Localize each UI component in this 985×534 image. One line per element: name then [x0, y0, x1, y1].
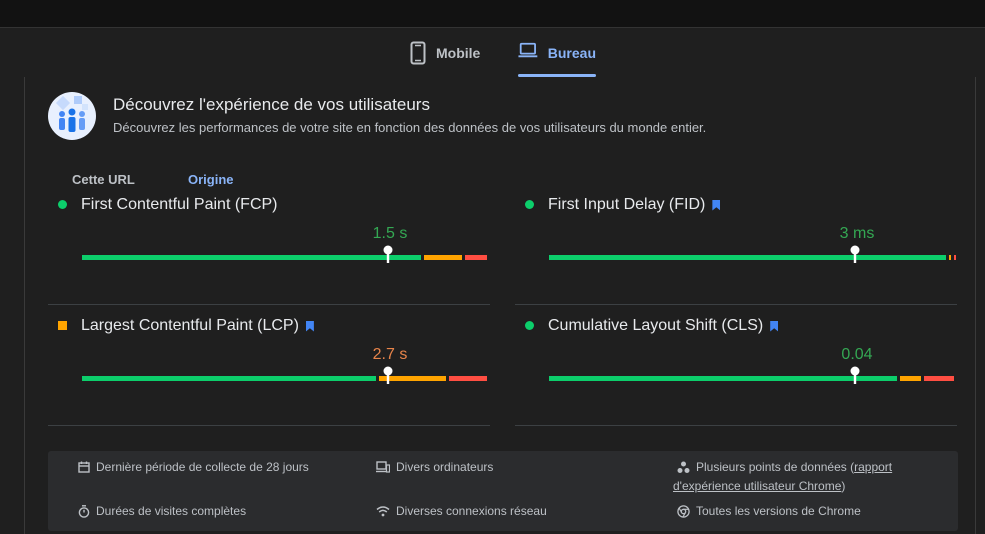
distribution-segment-poor — [448, 376, 487, 381]
distribution-segment-poor — [924, 376, 954, 381]
crux-report-link-2[interactable]: d'expérience utilisateur Chrome — [673, 479, 841, 493]
status-good-icon — [58, 200, 67, 209]
footer-collection-period-text: Dernière période de collecte de 28 jours — [96, 460, 309, 474]
metric-lcp-value: 2.7 s — [372, 346, 408, 363]
metric-fcp: First Contentful Paint (FCP) 1.5 s — [48, 185, 490, 305]
distribution-segment-average — [899, 376, 922, 381]
metric-name: Cumulative Layout Shift (CLS) — [548, 317, 779, 335]
chrome-icon — [677, 505, 690, 518]
distribution-bar — [82, 376, 490, 381]
data-points-icon — [677, 461, 690, 473]
footer-data-points-line2: d'expérience utilisateur Chrome) — [673, 477, 845, 496]
data-info-footer: Dernière période de collecte de 28 jours… — [48, 451, 958, 531]
device-tabs: Mobile Bureau — [0, 36, 985, 78]
divider — [515, 304, 957, 305]
p75-marker-icon — [850, 245, 860, 263]
footer-collection-period: Dernière période de collecte de 28 jours — [78, 458, 309, 477]
distribution-segment-good — [82, 376, 376, 381]
metric-fcp-value: 1.5 s — [372, 225, 408, 242]
top-strip — [0, 0, 985, 28]
wifi-icon — [376, 506, 390, 517]
page-title: Découvrez l'expérience de vos utilisateu… — [113, 95, 430, 114]
core-web-vital-bookmark-icon — [305, 320, 314, 332]
metric-fcp-name: First Contentful Paint (FCP) — [81, 196, 278, 213]
footer-chrome-versions: Toutes les versions de Chrome — [677, 502, 861, 521]
devices-icon — [376, 461, 390, 473]
users-illustration-icon — [48, 92, 96, 140]
laptop-icon — [518, 42, 538, 58]
crux-report-link[interactable]: rapport — [854, 460, 892, 474]
metric-name: Largest Contentful Paint (LCP) — [81, 317, 314, 335]
metric-fid-name: First Input Delay (FID) — [548, 196, 706, 213]
calendar-icon — [78, 461, 90, 473]
p75-marker-icon — [383, 366, 393, 384]
distribution-segment-poor — [953, 255, 956, 260]
footer-data-points-prefix: Plusieurs points de données ( — [696, 460, 855, 474]
p75-marker-icon — [850, 366, 860, 384]
metric-name: First Contentful Paint (FCP) — [81, 196, 278, 214]
tab-bureau-label: Bureau — [547, 45, 596, 61]
footer-connections: Diverses connexions réseau — [376, 502, 547, 521]
footer-connections-text: Diverses connexions réseau — [396, 504, 547, 518]
tab-bureau[interactable]: Bureau — [518, 36, 596, 78]
metric-fid: First Input Delay (FID) 3 ms — [515, 185, 957, 305]
tab-mobile[interactable]: Mobile — [410, 36, 480, 78]
footer-visit-durations-text: Durées de visites complètes — [96, 504, 247, 518]
divider — [48, 425, 490, 426]
distribution-segment-good — [82, 255, 422, 260]
metric-lcp: Largest Contentful Paint (LCP) 2.7 s — [48, 306, 490, 426]
footer-data-points-suffix: ) — [841, 479, 846, 493]
p75-marker-icon — [383, 245, 393, 263]
distribution-segment-average — [424, 255, 463, 260]
core-web-vital-bookmark-icon — [712, 199, 721, 211]
metric-fid-value: 3 ms — [839, 225, 875, 242]
metric-cls: Cumulative Layout Shift (CLS) 0.04 — [515, 306, 957, 426]
footer-devices-text: Divers ordinateurs — [396, 460, 494, 474]
core-web-vital-bookmark-icon — [770, 320, 779, 332]
crux-report-link-part-1[interactable]: rapport — [854, 460, 892, 474]
footer-visit-durations: Durées de visites complètes — [78, 502, 246, 521]
distribution-bar — [549, 376, 957, 381]
crux-report-link-part-2[interactable]: d'expérience utilisateur Chrome — [673, 479, 841, 493]
status-good-icon — [525, 200, 534, 209]
tab-mobile-label: Mobile — [436, 45, 481, 61]
distribution-segment-average — [948, 255, 951, 260]
footer-chrome-versions-text: Toutes les versions de Chrome — [696, 504, 861, 518]
smartphone-icon — [410, 41, 426, 65]
metric-name: First Input Delay (FID) — [548, 196, 721, 214]
distribution-segment-good — [549, 376, 897, 381]
status-average-icon — [58, 321, 67, 330]
footer-data-points: Plusieurs points de données (rapport — [677, 458, 937, 477]
distribution-bar — [549, 255, 957, 260]
distribution-segment-good — [549, 255, 946, 260]
footer-devices: Divers ordinateurs — [376, 458, 493, 477]
status-good-icon — [525, 321, 534, 330]
metric-cls-value: 0.04 — [841, 346, 873, 363]
timer-icon — [78, 505, 90, 518]
page-subtitle: Découvrez les performances de votre site… — [113, 120, 707, 135]
metric-cls-name: Cumulative Layout Shift (CLS) — [548, 317, 764, 334]
distribution-bar — [82, 255, 490, 260]
metric-lcp-name: Largest Contentful Paint (LCP) — [81, 317, 299, 334]
divider — [48, 304, 490, 305]
divider — [515, 425, 957, 426]
distribution-segment-poor — [465, 255, 487, 260]
